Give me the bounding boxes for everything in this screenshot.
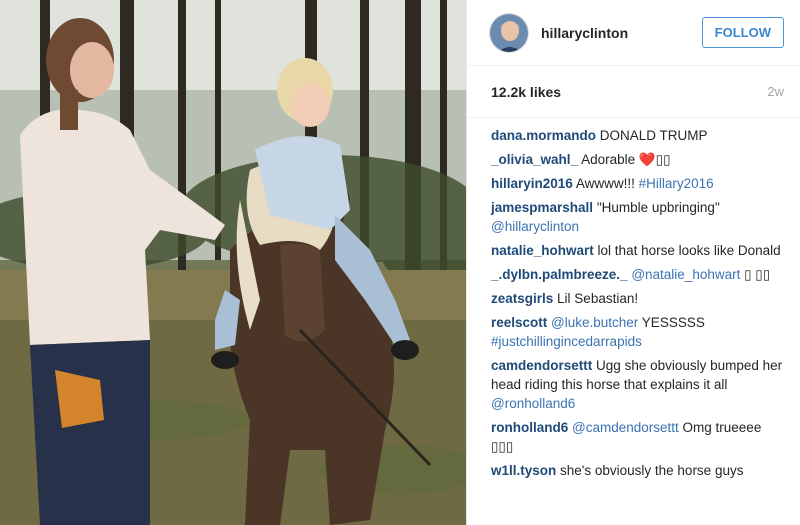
- comment-text: YESSSSS: [638, 315, 705, 330]
- comment-mention-link[interactable]: @ronholland6: [491, 396, 575, 411]
- post-header: hillaryclinton FOLLOW: [467, 0, 800, 66]
- comment-username[interactable]: dana.mormando: [491, 128, 596, 143]
- comment-mention-link[interactable]: @natalie_hohwart: [631, 267, 740, 282]
- comment-item: ronholland6 @camdendorsettt Omg trueeee …: [491, 418, 786, 456]
- comment-username[interactable]: natalie_hohwart: [491, 243, 594, 258]
- comment-username[interactable]: ronholland6: [491, 420, 568, 435]
- comment-item: jamespmarshall "Humble upbringing" @hill…: [491, 198, 786, 236]
- comment-hashtag-link[interactable]: #justchillingincedarrapids: [491, 334, 642, 349]
- comment-item: natalie_hohwart lol that horse looks lik…: [491, 241, 786, 260]
- comment-item: _.dylbn.palmbreeze._ @natalie_hohwart ▯ …: [491, 265, 786, 284]
- comment-item: zeatsgirls Lil Sebastian!: [491, 289, 786, 308]
- avatar[interactable]: [489, 12, 529, 53]
- comment-username[interactable]: w1ll.tyson: [491, 463, 556, 478]
- post-sidebar: hillaryclinton FOLLOW 12.2k likes 2w dan…: [466, 0, 800, 525]
- comment-username[interactable]: hillaryin2016: [491, 176, 573, 191]
- comment-text: she's obviously the horse guys: [560, 463, 744, 478]
- comment-hashtag-link[interactable]: #Hillary2016: [639, 176, 714, 191]
- comments-list: dana.mormando DONALD TRUMP _olivia_wahl_ …: [467, 118, 800, 480]
- post-username[interactable]: hillaryclinton: [541, 25, 702, 41]
- comment-username[interactable]: jamespmarshall: [491, 200, 593, 215]
- comment-mention-link[interactable]: @hillaryclinton: [491, 219, 579, 234]
- photo-illustration: [0, 0, 466, 525]
- comment-item: _olivia_wahl_ Adorable ❤️▯▯: [491, 150, 786, 169]
- follow-button[interactable]: FOLLOW: [701, 17, 784, 48]
- comment-item: hillaryin2016 Awwww!!! #Hillary2016: [491, 174, 786, 193]
- comment-text: DONALD TRUMP: [599, 128, 708, 143]
- comment-username[interactable]: zeatsgirls: [491, 291, 553, 306]
- comment-text: Lil Sebastian!: [557, 291, 639, 306]
- comment-item: reelscott @luke.butcher YESSSSS #justchi…: [491, 313, 786, 351]
- comment-text: Adorable ❤️▯▯: [581, 152, 671, 167]
- comment-username[interactable]: camdendorsettt: [491, 358, 592, 373]
- comment-username[interactable]: reelscott: [491, 315, 547, 330]
- post-meta: 12.2k likes 2w: [467, 66, 800, 118]
- post-timestamp[interactable]: 2w: [767, 84, 784, 99]
- comment-text: Awwww!!!: [575, 176, 639, 191]
- comment-text: "Humble upbringing": [596, 200, 720, 215]
- comment-mention-link[interactable]: @camdendorsettt: [572, 420, 679, 435]
- comment-text: ▯ ▯▯: [740, 267, 771, 282]
- comment-item: w1ll.tyson she's obviously the horse guy…: [491, 461, 786, 480]
- comment-username[interactable]: _olivia_wahl_: [491, 152, 578, 167]
- comment-username[interactable]: _.dylbn.palmbreeze._: [491, 267, 628, 282]
- likes-count[interactable]: 12.2k likes: [491, 84, 561, 100]
- post-photo[interactable]: [0, 0, 466, 525]
- comment-mention-link[interactable]: @luke.butcher: [551, 315, 638, 330]
- comment-item: camdendorsettt Ugg she obviously bumped …: [491, 356, 786, 413]
- comment-text: lol that horse looks like Donald: [597, 243, 781, 258]
- comment-item: dana.mormando DONALD TRUMP: [491, 126, 786, 145]
- profile-picture-icon: [490, 13, 528, 52]
